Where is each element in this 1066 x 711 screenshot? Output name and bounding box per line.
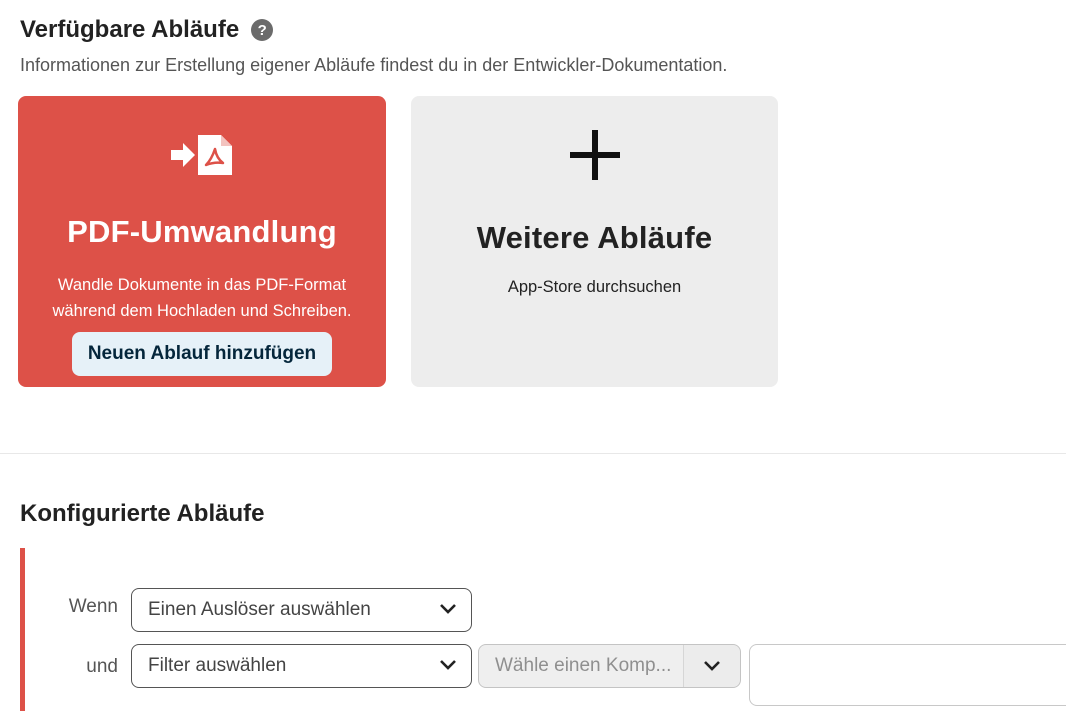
- filter-select-value: Filter auswählen: [148, 655, 287, 676]
- comparator-select[interactable]: Wähle einen Komp...: [478, 644, 741, 688]
- pdf-card-desc-line1: Wandle Dokumente in das PDF-Format: [57, 276, 347, 294]
- filter-select[interactable]: Filter auswählen: [131, 644, 472, 688]
- chevron-down-icon: [439, 599, 457, 621]
- when-label: Wenn: [68, 596, 118, 617]
- pdf-conversion-card: PDF-Umwandlung Wandle Dokumente in das P…: [18, 96, 386, 387]
- available-flows-heading: Verfügbare Abläufe ?: [20, 16, 274, 44]
- more-flows-title: Weitere Abläufe: [476, 220, 713, 255]
- trigger-select-value: Einen Auslöser auswählen: [148, 599, 371, 620]
- add-flow-button[interactable]: Neuen Ablauf hinzufügen: [71, 332, 333, 376]
- pdf-convert-icon: [169, 130, 235, 180]
- comparator-select-placeholder: Wähle einen Komp...: [495, 655, 672, 676]
- section-divider: [0, 453, 1066, 454]
- chevron-down-icon: [439, 655, 457, 677]
- available-flows-description: Informationen zur Erstellung eigener Abl…: [20, 55, 728, 75]
- filter-value-input[interactable]: [749, 644, 1066, 706]
- pdf-card-description: Wandle Dokumente in das PDF-Format währe…: [38, 272, 365, 324]
- pdf-card-title: PDF-Umwandlung: [67, 214, 337, 249]
- chevron-down-icon: [683, 645, 740, 687]
- available-flows-title: Verfügbare Abläufe: [20, 16, 240, 43]
- help-icon[interactable]: ?: [251, 19, 274, 41]
- trigger-select[interactable]: Einen Auslöser auswählen: [131, 588, 472, 632]
- more-flows-card[interactable]: Weitere Abläufe App-Store durchsuchen: [411, 96, 778, 387]
- plus-icon: [569, 130, 621, 180]
- flow-accent-bar: [20, 548, 25, 711]
- pdf-card-desc-line2: während dem Hochladen und Schreiben.: [52, 302, 352, 320]
- configured-flows-title: Konfigurierte Abläufe: [20, 500, 265, 527]
- more-flows-description: App-Store durchsuchen: [507, 278, 682, 296]
- and-label: und: [86, 656, 118, 677]
